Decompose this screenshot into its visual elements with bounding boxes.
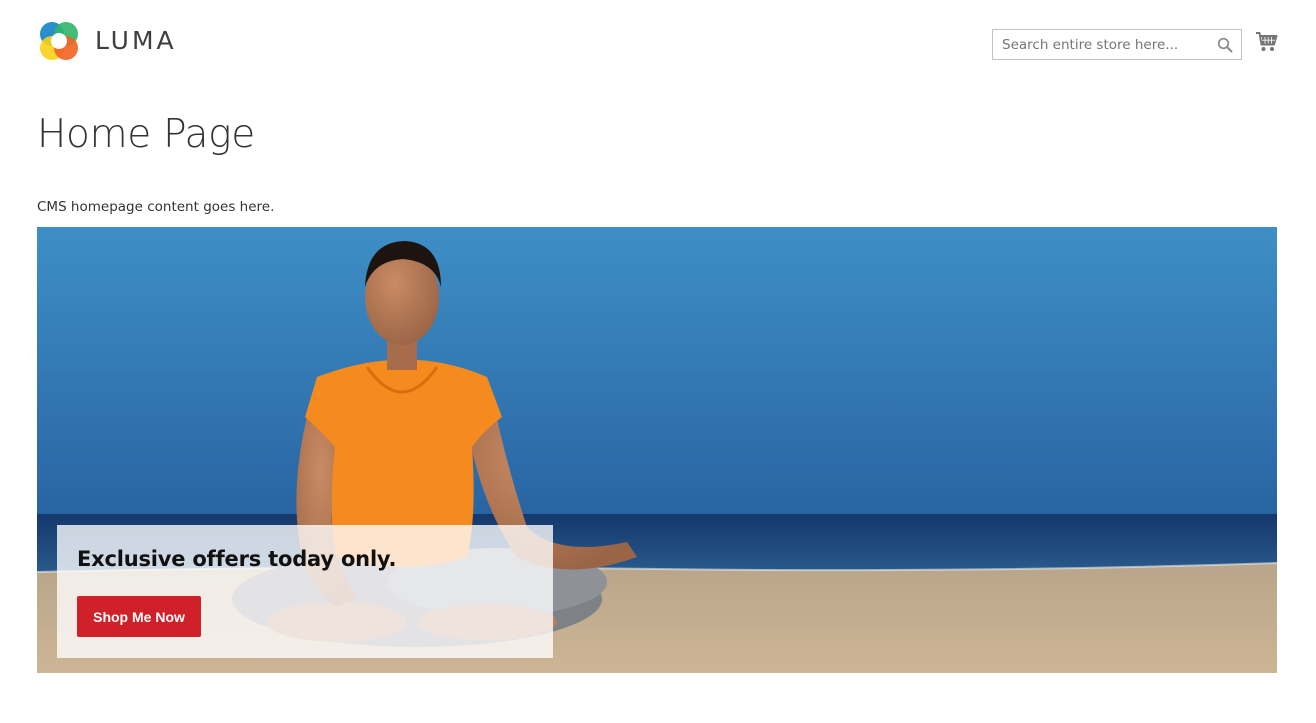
promo-box: Exclusive offers today only. Shop Me Now [57,525,553,658]
cart-icon [1256,32,1278,51]
logo-link[interactable]: LUMA [37,19,177,63]
logo-text: LUMA [95,26,177,55]
cms-content-text: CMS homepage content goes here. [37,199,275,215]
site-header: LUMA [0,0,1316,90]
search-box [992,29,1242,60]
minicart-button[interactable] [1255,30,1279,54]
luma-logo-icon [40,22,78,60]
page-title: Home Page [37,112,255,157]
search-button[interactable] [1217,37,1233,53]
promo-title: Exclusive offers today only. [77,547,397,571]
search-input[interactable] [993,30,1241,59]
search-icon [1217,37,1233,53]
shop-now-button[interactable]: Shop Me Now [77,596,201,637]
home-banner[interactable]: Exclusive offers today only. Shop Me Now [37,227,1277,673]
